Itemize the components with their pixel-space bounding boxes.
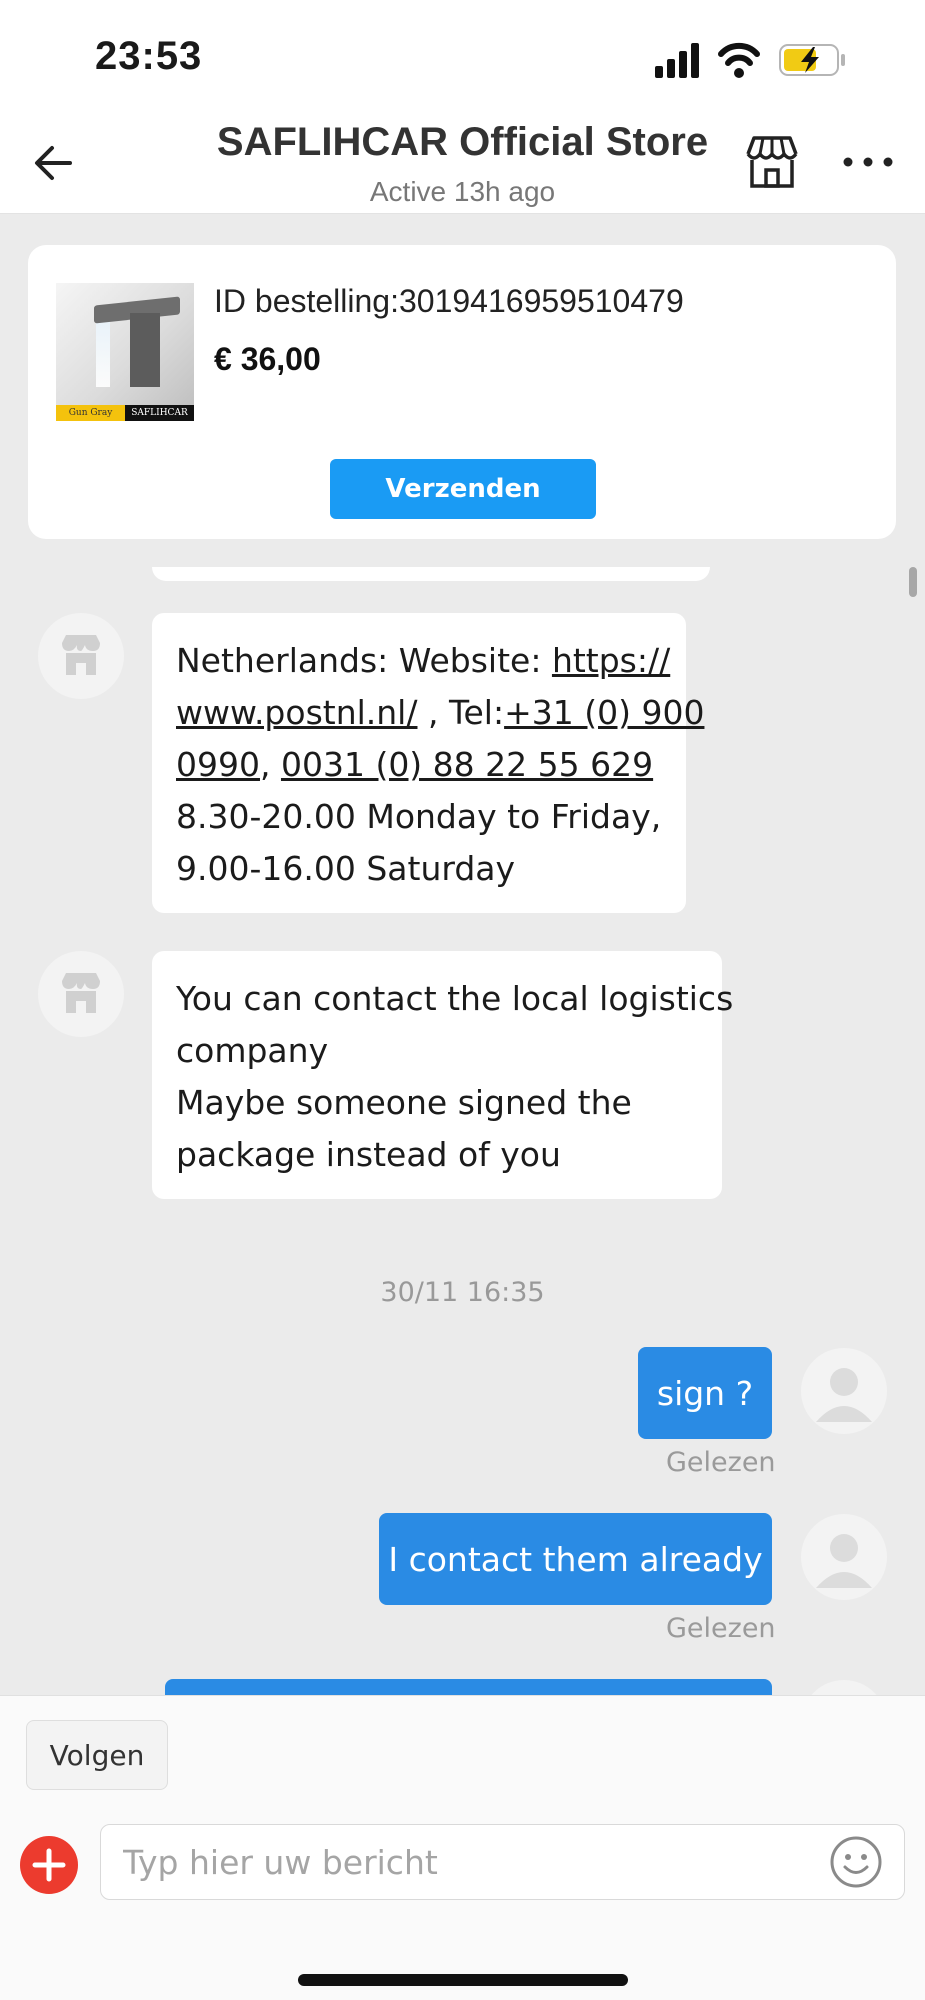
thumb-label-strip: Gun Gray SAFLIHCAR: [56, 405, 194, 421]
status-bar: 23:53: [0, 0, 925, 110]
order-id: ID bestelling:3019416959510479: [214, 283, 684, 319]
store-avatar[interactable]: [38, 951, 124, 1037]
store-avatar[interactable]: [38, 613, 124, 699]
order-panel: Gun Gray SAFLIHCAR ID bestelling:3019416…: [0, 215, 925, 567]
scrollbar[interactable]: [909, 567, 917, 597]
message-timestamp: 30/11 16:35: [380, 1277, 545, 1308]
user-avatar[interactable]: [801, 1514, 887, 1600]
phone-link[interactable]: +31 (0) 900: [504, 693, 704, 732]
send-order-button[interactable]: Verzenden: [330, 459, 596, 519]
message-input[interactable]: [100, 1824, 905, 1900]
follow-button[interactable]: Volgen: [26, 1720, 168, 1790]
emoji-icon[interactable]: [828, 1834, 884, 1890]
thumb-color-label: Gun Gray: [56, 405, 125, 421]
message-text: 8.30-20.00 Monday to Friday,: [176, 797, 662, 836]
wifi-icon: [718, 42, 760, 78]
user-avatar[interactable]: [801, 1348, 887, 1434]
store-icon[interactable]: [742, 132, 802, 192]
user-avatar[interactable]: [801, 1680, 887, 1695]
phone-link-2[interactable]: 0031 (0) 88 22 55 629: [281, 745, 653, 784]
thumb-faucet-body: [130, 313, 160, 387]
message-text: Maybe someone signed the: [176, 1083, 632, 1122]
battery-charging-icon: [779, 44, 845, 76]
store-avatar-icon: [62, 973, 100, 1013]
message-bubble-outgoing-partial[interactable]: [165, 1679, 772, 1695]
message-text: package instead of you: [176, 1135, 561, 1174]
read-receipt: Gelezen: [666, 1447, 776, 1478]
order-card[interactable]: Gun Gray SAFLIHCAR ID bestelling:3019416…: [28, 245, 896, 539]
message-text: Netherlands: Website:: [176, 641, 552, 680]
composer-bar: Volgen: [0, 1695, 925, 2000]
user-avatar-icon: [801, 1680, 887, 1695]
message-text: ,: [259, 745, 281, 784]
message-bubble-outgoing[interactable]: sign ?: [638, 1347, 772, 1439]
thumb-brand-label: SAFLIHCAR: [125, 405, 194, 421]
cellular-signal-icon: [655, 43, 699, 78]
message-bubble-outgoing[interactable]: I contact them already: [379, 1513, 772, 1605]
previous-message-bubble: [152, 567, 710, 581]
user-avatar-icon: [816, 1368, 872, 1422]
home-indicator[interactable]: [298, 1974, 628, 1986]
store-avatar-icon: [62, 635, 100, 675]
website-link[interactable]: https://: [552, 641, 670, 680]
website-link-continued[interactable]: www.postnl.nl/: [176, 693, 417, 732]
add-attachment-button[interactable]: [20, 1836, 78, 1894]
read-receipt: Gelezen: [666, 1613, 776, 1644]
chat-messages[interactable]: Netherlands: Website: https:// www.postn…: [0, 567, 925, 1695]
message-text: 9.00-16.00 Saturday: [176, 849, 516, 888]
message-text: You can contact the local logistics: [176, 979, 734, 1018]
message-text: company: [176, 1031, 329, 1070]
status-icons: [655, 42, 845, 78]
phone-link-continued[interactable]: 0990: [176, 745, 260, 784]
product-thumbnail[interactable]: Gun Gray SAFLIHCAR: [56, 283, 194, 421]
chat-header: SAFLIHCAR Official Store Active 13h ago: [0, 110, 925, 214]
thumb-water: [96, 317, 110, 387]
more-options-icon[interactable]: [840, 142, 896, 182]
message-bubble-incoming[interactable]: Netherlands: Website: https:// www.postn…: [152, 613, 704, 913]
status-time: 23:53: [95, 34, 203, 78]
message-text: , Tel:: [417, 693, 505, 732]
order-price: € 36,00: [214, 341, 321, 377]
plus-icon: [32, 1848, 66, 1882]
message-bubble-incoming[interactable]: You can contact the local logistics comp…: [152, 951, 734, 1199]
user-avatar-icon: [816, 1534, 872, 1588]
